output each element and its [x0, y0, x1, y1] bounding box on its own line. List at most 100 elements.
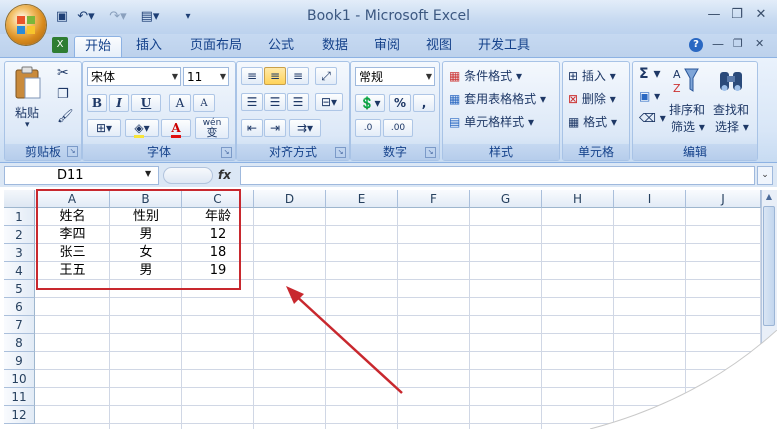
font-launcher-icon[interactable]: ↘: [221, 147, 232, 158]
help-icon[interactable]: ?: [689, 38, 703, 52]
autosum-icon: Σ: [639, 66, 649, 82]
clipboard-launcher-icon[interactable]: ↘: [67, 146, 78, 157]
align-top-button[interactable]: ≡: [241, 67, 263, 85]
row-header-2[interactable]: 2: [4, 226, 35, 244]
align-bottom-button[interactable]: ≡: [287, 67, 309, 85]
increase-indent-button[interactable]: ⇥: [264, 119, 286, 137]
tab-data[interactable]: 数据: [314, 36, 356, 58]
merge-center-button[interactable]: ⊟▾: [315, 93, 343, 111]
format-as-table-button[interactable]: ▦ 套用表格格式 ▾: [449, 90, 546, 107]
row-header-7[interactable]: 7: [4, 316, 35, 334]
row-header-9[interactable]: 9: [4, 352, 35, 370]
column-header-i[interactable]: I: [614, 190, 686, 208]
align-right-button[interactable]: ☰: [287, 93, 309, 111]
row-header-12[interactable]: 12: [4, 406, 35, 424]
select-all-corner[interactable]: [4, 190, 35, 208]
scroll-thumb[interactable]: [763, 206, 775, 326]
row-header-4[interactable]: 4: [4, 262, 35, 280]
row-header-11[interactable]: 11: [4, 388, 35, 406]
paste-icon[interactable]: [13, 66, 43, 102]
insert-cells-button[interactable]: ⊞ 插入 ▾: [568, 67, 616, 84]
percent-button[interactable]: %: [389, 94, 411, 112]
row-header-8[interactable]: 8: [4, 334, 35, 352]
autosum-button[interactable]: Σ ▾: [639, 66, 660, 82]
find-select-label-1[interactable]: 查找和: [713, 101, 749, 118]
align-middle-button[interactable]: ≡: [264, 67, 286, 85]
column-header-e[interactable]: E: [326, 190, 398, 208]
format-painter-icon[interactable]: 🖌: [57, 109, 74, 124]
tab-home[interactable]: 开始: [74, 36, 122, 59]
column-header-g[interactable]: G: [470, 190, 542, 208]
name-box[interactable]: D11: [4, 166, 159, 185]
number-launcher-icon[interactable]: ↘: [425, 147, 436, 158]
italic-button[interactable]: I: [109, 94, 129, 112]
underline-button[interactable]: U: [131, 94, 161, 112]
font-name-combo[interactable]: 宋体 ▼: [87, 67, 181, 86]
row-header-3[interactable]: 3: [4, 244, 35, 262]
find-binoculars-icon[interactable]: [717, 66, 745, 96]
borders-button[interactable]: ⊞▾: [87, 119, 121, 137]
ribbon-minimize-icon[interactable]: —: [712, 37, 724, 51]
delete-cells-icon: ⊠: [568, 92, 579, 106]
tab-formulas[interactable]: 公式: [260, 36, 302, 58]
expand-formula-icon[interactable]: ⌄: [757, 166, 773, 185]
bold-button[interactable]: B: [87, 94, 107, 112]
align-center-button[interactable]: ☰: [264, 93, 286, 111]
comma-button[interactable]: ,: [413, 94, 435, 112]
tab-page-layout[interactable]: 页面布局: [184, 36, 248, 58]
format-cells-button[interactable]: ▦ 格式 ▾: [568, 113, 617, 130]
accounting-format-button[interactable]: 💲▾: [355, 94, 385, 112]
grow-font-button[interactable]: A: [169, 94, 191, 112]
cell-styles-button[interactable]: ▤ 单元格样式 ▾: [449, 113, 534, 130]
sort-filter-icon[interactable]: AZ: [671, 66, 699, 96]
sort-filter-label-2[interactable]: 筛选 ▾: [671, 118, 705, 135]
row-header-5[interactable]: 5: [4, 280, 35, 298]
ribbon-restore-icon[interactable]: ❐: [733, 37, 743, 50]
align-left-button[interactable]: ☰: [241, 93, 263, 111]
row-header-10[interactable]: 10: [4, 370, 35, 388]
column-header-h[interactable]: H: [542, 190, 614, 208]
wrap-text-button[interactable]: ⇉▾: [289, 119, 321, 137]
cut-icon[interactable]: ✂: [57, 65, 69, 81]
row-header-1[interactable]: 1: [4, 208, 35, 226]
text-orientation-button[interactable]: ⤢: [315, 67, 337, 85]
clear-button[interactable]: ⌫ ▾: [639, 111, 666, 125]
decrease-decimal-button[interactable]: .00: [383, 119, 413, 137]
column-header-j[interactable]: J: [686, 190, 761, 208]
scroll-up-icon[interactable]: ▲: [763, 192, 775, 202]
number-format-combo[interactable]: 常规 ▼: [355, 67, 435, 86]
font-size-combo[interactable]: 11 ▼: [183, 67, 229, 86]
fill-color-button[interactable]: ◈▾: [125, 119, 159, 138]
decrease-indent-button[interactable]: ⇤: [241, 119, 263, 137]
fill-button[interactable]: ▣ ▾: [639, 89, 660, 103]
column-header-d[interactable]: D: [254, 190, 326, 208]
formula-input[interactable]: [240, 166, 755, 185]
restore-icon[interactable]: ❐: [726, 6, 748, 24]
column-header-f[interactable]: F: [398, 190, 470, 208]
insert-function-icon[interactable]: fx: [218, 166, 238, 184]
row-header-6[interactable]: 6: [4, 298, 35, 316]
tab-insert[interactable]: 插入: [128, 36, 170, 58]
tab-review[interactable]: 审阅: [366, 36, 408, 58]
tab-view[interactable]: 视图: [418, 36, 460, 58]
minimize-icon[interactable]: —: [703, 6, 725, 24]
ribbon-close-icon[interactable]: ✕: [755, 37, 764, 50]
shrink-font-button[interactable]: A: [193, 94, 215, 112]
tab-developer[interactable]: 开发工具: [472, 36, 536, 58]
increase-decimal-button[interactable]: .0: [355, 119, 381, 137]
close-icon[interactable]: ✕: [750, 6, 772, 24]
find-select-label-2[interactable]: 选择 ▾: [715, 118, 749, 135]
sort-filter-label-1[interactable]: 排序和: [669, 101, 705, 118]
delete-cells-button[interactable]: ⊠ 删除 ▾: [568, 90, 616, 107]
paste-dropdown-icon[interactable]: ▾: [25, 120, 30, 130]
paste-button[interactable]: 粘贴: [15, 104, 39, 121]
alignment-launcher-icon[interactable]: ↘: [335, 147, 346, 158]
conditional-format-button[interactable]: ▦ 条件格式 ▾: [449, 67, 522, 84]
font-color-button[interactable]: A: [161, 119, 191, 138]
currency-icon: 💲▾: [359, 96, 381, 110]
phonetic-button[interactable]: wén 变: [195, 117, 229, 139]
name-box-dropdown-icon[interactable]: ▼: [145, 169, 151, 178]
svg-text:Z: Z: [673, 82, 681, 95]
copy-icon[interactable]: ❐: [57, 87, 69, 102]
formula-splitter-handle[interactable]: [163, 167, 213, 184]
